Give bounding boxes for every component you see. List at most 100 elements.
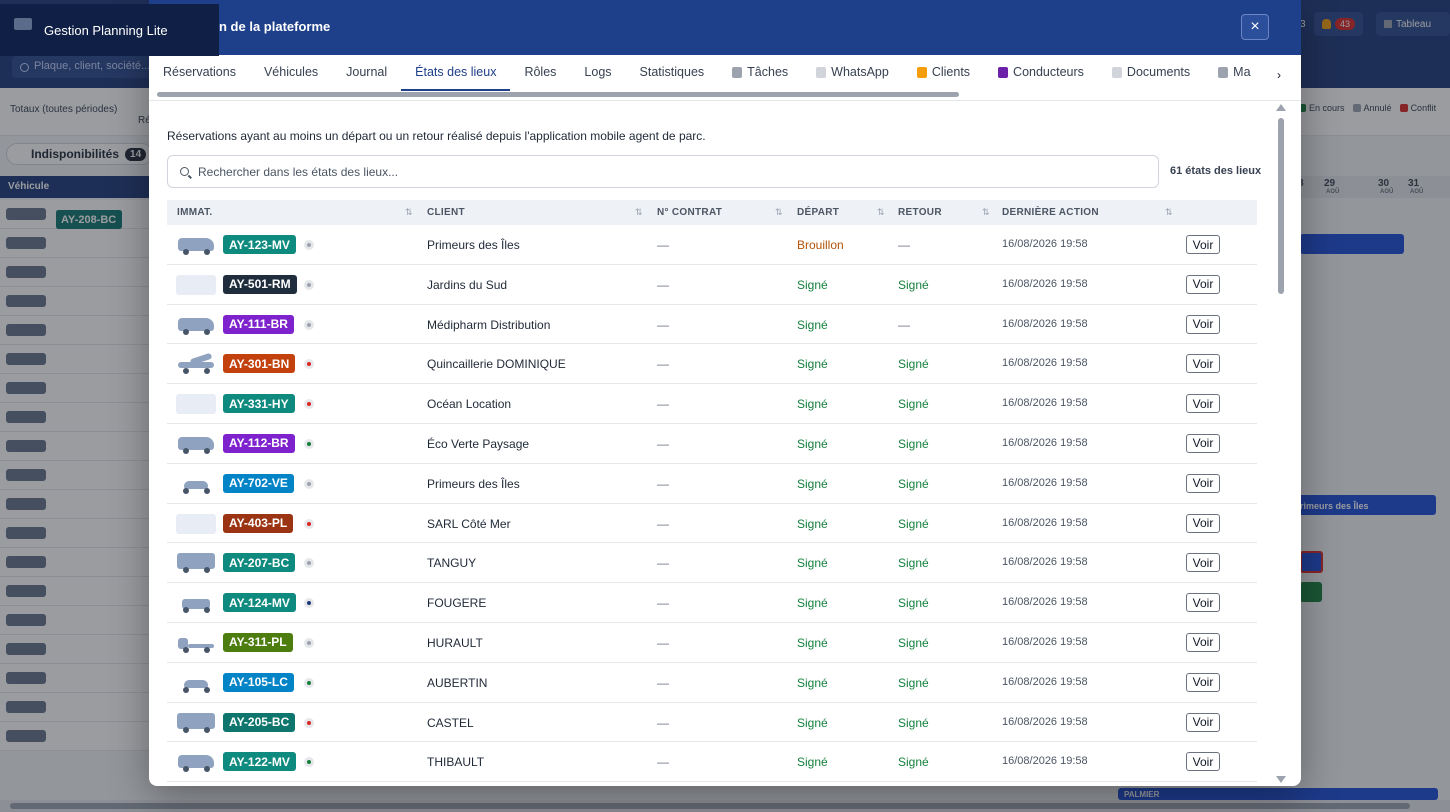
tab-2[interactable]: Journal (332, 55, 401, 91)
tab-label: Logs (584, 65, 612, 79)
table-row: AY-207-BC TANGUY — Signé Signé 16/08/2026 19:… (167, 543, 1257, 584)
view-button[interactable]: Voir (1186, 394, 1220, 414)
last-action-date: 16/08/2026 19:58 (1002, 238, 1088, 250)
contract-cell: — (657, 635, 669, 650)
sort-icon[interactable]: ⇅ (635, 207, 643, 218)
tab-label: Rôles (524, 65, 557, 79)
client-cell: HURAULT (427, 635, 483, 650)
depart-status: Signé (797, 436, 828, 451)
view-button[interactable]: Voir (1186, 314, 1220, 334)
inspection-search (167, 155, 1159, 188)
contract-cell: — (657, 436, 669, 451)
status-dot (304, 438, 314, 449)
view-button[interactable]: Voir (1186, 593, 1220, 613)
plate-badge: AY-112-BR (223, 433, 295, 453)
inspection-search-input[interactable] (198, 157, 1148, 186)
contract-cell: — (657, 596, 669, 611)
view-button[interactable]: Voir (1186, 433, 1220, 453)
tab-label: Ma (1233, 65, 1251, 79)
tab-7[interactable]: Tâches (718, 55, 802, 91)
view-button[interactable]: Voir (1186, 752, 1220, 772)
scroll-down-arrow[interactable] (1276, 776, 1286, 783)
clipboard-icon (732, 67, 743, 78)
sort-icon[interactable]: ⇅ (405, 207, 413, 218)
tab-5[interactable]: Logs (570, 55, 625, 91)
plate-badge: AY-207-BC (223, 553, 296, 573)
plate-badge: AY-311-PL (223, 632, 293, 652)
status-dot (304, 717, 314, 728)
depart-status: Signé (797, 715, 828, 730)
return-status: Signé (898, 397, 929, 412)
contract-cell: — (657, 397, 669, 412)
vehicle-image (176, 752, 216, 773)
inspections-table: AY-123-MV Primeurs des Îles — Brouillon — 16/… (167, 225, 1257, 783)
tab-6[interactable]: Statistiques (626, 55, 719, 91)
plate-badge: AY-403-PL (223, 513, 294, 533)
vehicle-image (176, 315, 216, 335)
sort-icon[interactable]: ⇅ (1165, 207, 1173, 218)
depart-status: Brouillon (797, 238, 844, 252)
tab-label: Réservations (163, 65, 236, 79)
view-button[interactable]: Voir (1186, 632, 1220, 652)
tab-10[interactable]: Conducteurs (984, 55, 1098, 91)
last-action-date: 16/08/2026 19:58 (1002, 596, 1088, 609)
tab-11[interactable]: Documents (1098, 55, 1204, 91)
tab-3[interactable]: États des lieux (401, 55, 511, 91)
view-button[interactable]: Voir (1186, 473, 1220, 493)
tab-label: WhatsApp (831, 65, 889, 79)
depart-status: Signé (797, 635, 828, 650)
vertical-scroll-thumb[interactable] (1278, 118, 1284, 294)
sort-icon[interactable]: ⇅ (775, 207, 783, 218)
status-dot (304, 240, 314, 250)
depart-status: Signé (797, 596, 828, 611)
return-status: Signé (898, 476, 929, 491)
client-cell: SARL Côté Mer (427, 516, 511, 531)
view-button[interactable]: Voir (1186, 513, 1220, 533)
last-action-date: 16/08/2026 19:58 (1002, 556, 1088, 569)
status-dot (304, 677, 314, 688)
search-icon (180, 167, 189, 176)
tab-12[interactable]: Ma (1204, 55, 1264, 91)
tab-4[interactable]: Rôles (510, 55, 570, 91)
vehicle-image (176, 712, 216, 733)
column-header: IMMAT. (177, 207, 213, 218)
status-dot (304, 558, 314, 569)
view-button[interactable]: Voir (1186, 235, 1220, 254)
tabs-next-arrow[interactable]: › (1277, 68, 1281, 82)
tab-8[interactable]: WhatsApp (802, 55, 903, 91)
modal-title: n de la plateforme (219, 19, 331, 34)
view-button[interactable]: Voir (1186, 672, 1220, 692)
sort-icon[interactable]: ⇅ (877, 207, 885, 218)
scroll-up-arrow[interactable] (1276, 104, 1286, 111)
client-cell: Primeurs des Îles (427, 476, 520, 491)
tab-0[interactable]: Réservations (149, 55, 250, 91)
vehicle-image (176, 553, 216, 574)
handshake-icon (916, 67, 927, 78)
view-button[interactable]: Voir (1186, 553, 1220, 573)
client-cell: AUBERTIN (427, 675, 488, 690)
close-button[interactable]: × (1241, 14, 1269, 40)
chat-icon (816, 67, 827, 78)
view-button[interactable]: Voir (1186, 712, 1220, 732)
plate-badge: AY-501-RM (223, 274, 297, 294)
depart-status: Signé (797, 317, 828, 332)
plate-badge: AY-123-MV (223, 235, 296, 254)
vehicle-image (176, 474, 216, 494)
tab-label: Documents (1126, 65, 1191, 79)
admin-tabs: Réservations Véhicules Journal États des li… (149, 55, 1279, 91)
tab-9[interactable]: Clients (903, 55, 984, 91)
tabs-scrollbar[interactable] (157, 92, 959, 97)
last-action-date: 16/08/2026 19:58 (1002, 277, 1088, 290)
plate-badge: AY-111-BR (223, 314, 294, 334)
vehicle-image (176, 235, 216, 255)
client-cell: Océan Location (427, 397, 512, 412)
plate-badge: AY-702-VE (223, 473, 294, 493)
status-dot (304, 518, 314, 529)
vehicle-image (176, 593, 216, 614)
contract-cell: — (657, 238, 669, 252)
sort-icon[interactable]: ⇅ (982, 207, 990, 218)
view-button[interactable]: Voir (1186, 354, 1220, 374)
tab-1[interactable]: Véhicules (250, 55, 332, 91)
view-button[interactable]: Voir (1186, 274, 1220, 294)
plate-badge: AY-124-MV (223, 593, 296, 613)
